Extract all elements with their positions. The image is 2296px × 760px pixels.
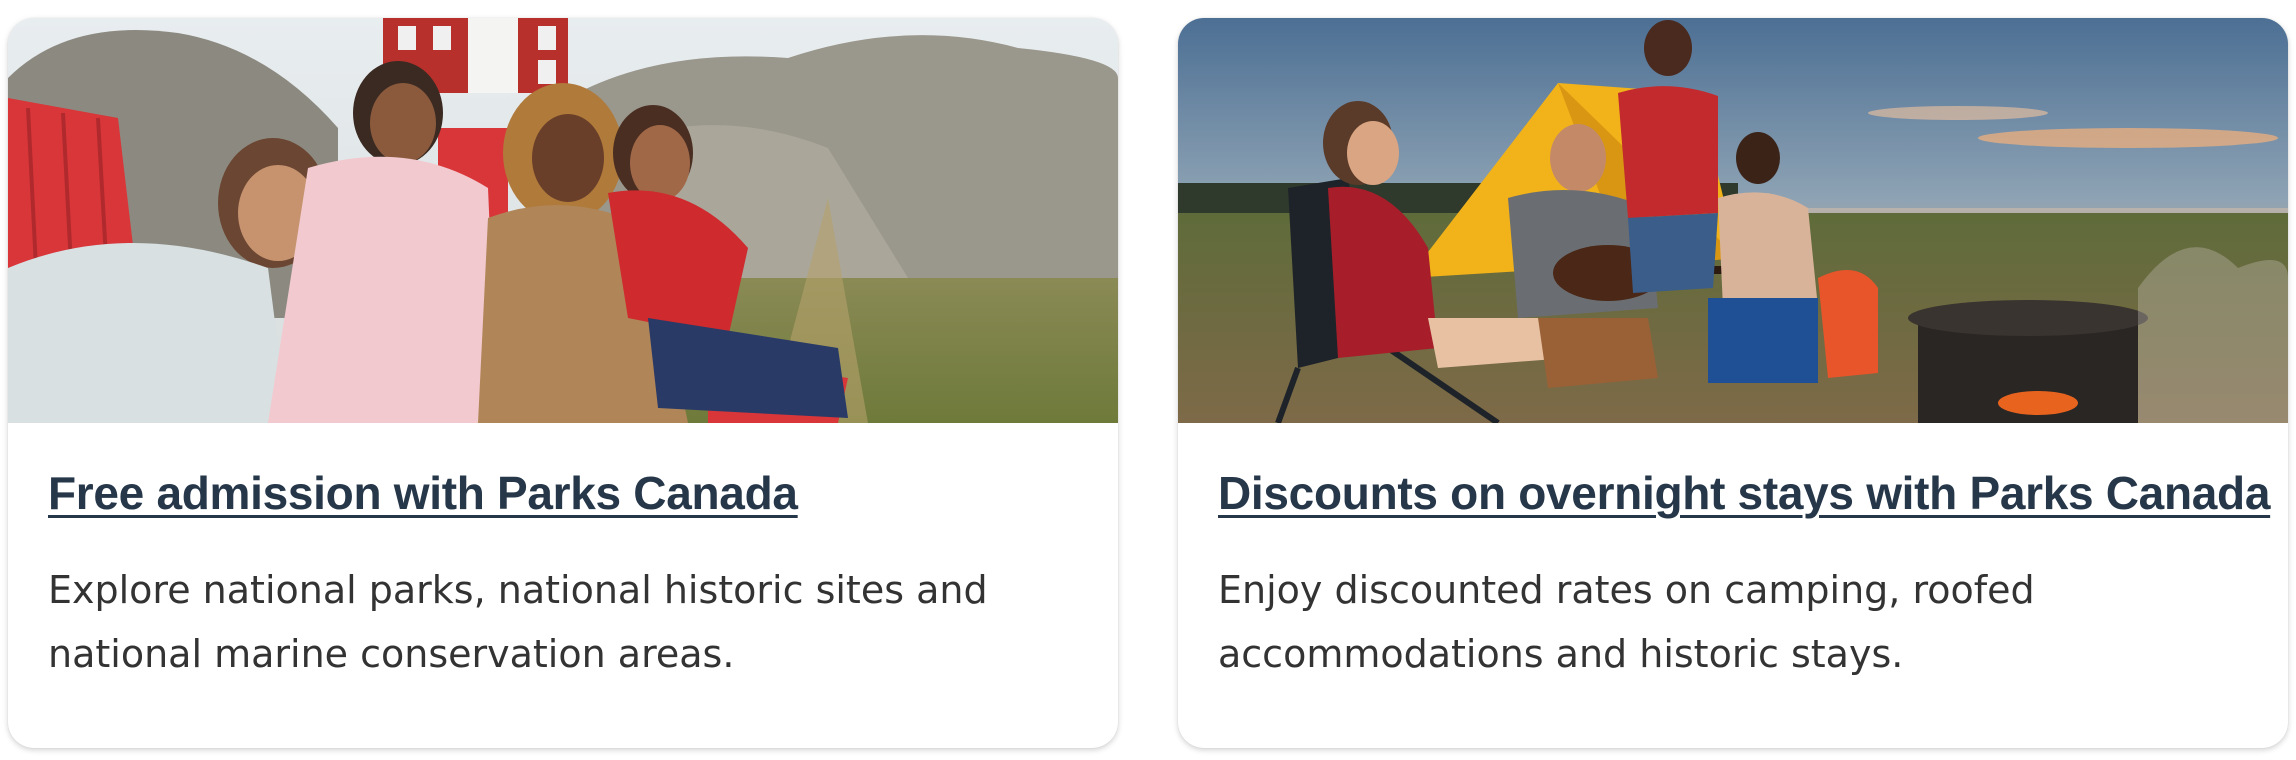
card-description: Explore national parks, national histori…: [48, 568, 988, 676]
card-title-link[interactable]: Free admission with Parks Canada: [48, 466, 798, 520]
campsite-photo: [1178, 18, 2288, 423]
family-photo: [8, 18, 1118, 423]
card-free-admission: Free admission with Parks Canada Explore…: [8, 18, 1118, 748]
card-description: Enjoy discounted rates on camping, roofe…: [1218, 568, 2035, 676]
card-title-link[interactable]: Discounts on overnight stays with Parks …: [1218, 466, 2270, 520]
feature-cards: Free admission with Parks Canada Explore…: [0, 0, 2296, 760]
card-overnight-discounts: Discounts on overnight stays with Parks …: [1178, 18, 2288, 748]
family-photo-illustration: [8, 18, 1118, 423]
campsite-photo-illustration: [1178, 18, 2288, 423]
